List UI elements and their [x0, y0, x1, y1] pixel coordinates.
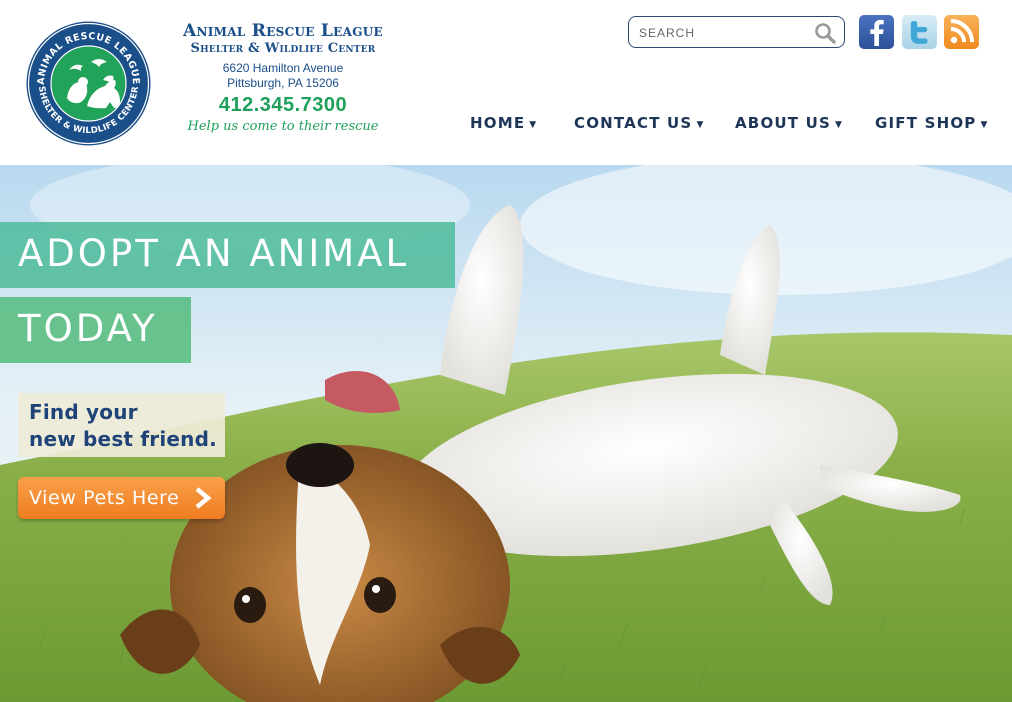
- headline-today: TODAY: [0, 297, 191, 363]
- main-navigation: HOME ▼ CONTACT US ▼ ABOUT US ▼ GIFT SHOP ▼: [0, 112, 1012, 134]
- nav-home-label: HOME: [470, 114, 526, 132]
- facebook-icon[interactable]: [859, 15, 894, 49]
- org-subtitle: Shelter & Wildlife Center: [190, 41, 376, 56]
- chevron-down-icon: ▼: [980, 120, 989, 130]
- nav-contact-us[interactable]: CONTACT US ▼: [574, 112, 705, 134]
- chevron-right-icon: [195, 487, 212, 509]
- address-line-1: 6620 Hamilton Avenue: [222, 61, 344, 75]
- hero-banner: ADOPT AN ANIMAL TODAY Find your new best…: [0, 165, 1012, 702]
- magnifier-icon[interactable]: [814, 22, 836, 44]
- site-header: ANIMAL RESCUE LEAGUE SHELTER & WILDLIFE …: [0, 0, 1012, 165]
- view-pets-button[interactable]: View Pets Here: [18, 477, 225, 519]
- address-line-2: Pittsburgh, PA 15206: [227, 76, 339, 90]
- subtext-line-2: new best friend.: [29, 427, 217, 451]
- twitter-icon[interactable]: [902, 15, 937, 49]
- search-box: [628, 16, 845, 48]
- subtext-line-1: Find your: [29, 400, 138, 424]
- org-name[interactable]: Animal Rescue League: [168, 22, 398, 41]
- chevron-down-icon: ▼: [529, 120, 538, 130]
- chevron-down-icon: ▼: [835, 120, 844, 130]
- view-pets-button-label: View Pets Here: [29, 487, 180, 509]
- chevron-down-icon: ▼: [696, 120, 705, 130]
- headline-adopt-an-animal: ADOPT AN ANIMAL: [0, 222, 455, 288]
- nav-gift-shop[interactable]: GIFT SHOP ▼: [875, 112, 989, 134]
- nav-about-us[interactable]: ABOUT US ▼: [735, 112, 843, 134]
- search-input[interactable]: [639, 22, 804, 44]
- nav-contact-us-label: CONTACT US: [574, 114, 693, 132]
- nav-gift-shop-label: GIFT SHOP: [875, 114, 977, 132]
- nav-about-us-label: ABOUT US: [735, 114, 832, 132]
- nav-home[interactable]: HOME ▼: [470, 112, 537, 134]
- rss-icon[interactable]: [944, 15, 979, 49]
- find-best-friend-box: Find your new best friend.: [18, 393, 225, 457]
